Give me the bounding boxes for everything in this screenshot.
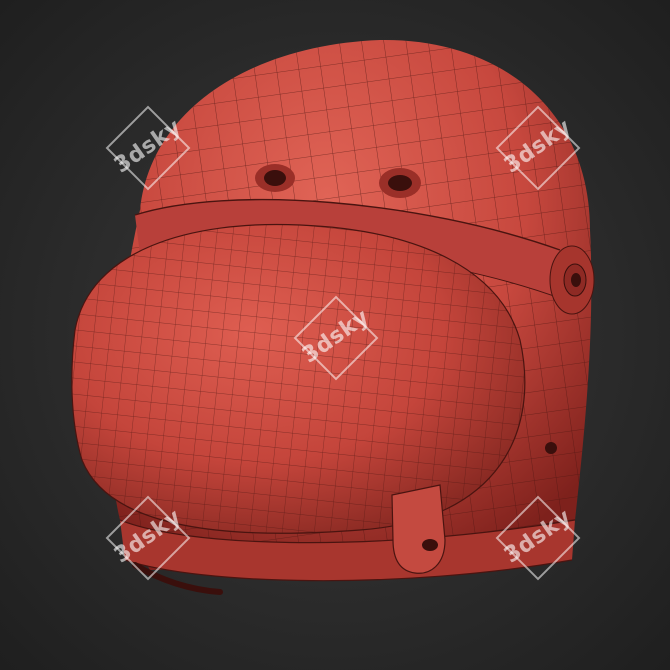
chin-strap-tab	[391, 484, 446, 574]
side-screw	[545, 442, 557, 454]
top-vent-right	[379, 168, 421, 198]
top-vent-left	[255, 164, 295, 192]
visor-pivot	[549, 245, 595, 315]
helmet-render	[0, 0, 670, 670]
render-viewport: 3dsky 3dsky 3dsky 3dsky 3dsky	[0, 0, 670, 670]
